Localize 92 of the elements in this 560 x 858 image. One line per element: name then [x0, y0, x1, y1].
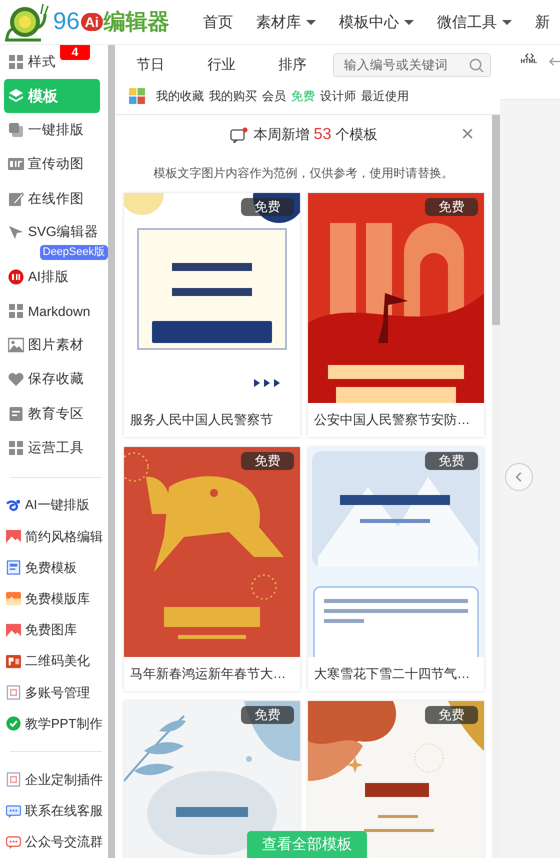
- nav-link[interactable]: 首页: [203, 12, 233, 32]
- layers-icon: [8, 88, 24, 104]
- template-card[interactable]: 免费 服务人民中国人民警察节: [124, 193, 300, 437]
- sidebar-item[interactable]: 运营工具: [0, 430, 108, 465]
- image-icon: [6, 529, 21, 544]
- count-badge: 4: [60, 45, 90, 60]
- paper-plane-icon: [8, 224, 24, 240]
- filter-link[interactable]: 最近使用: [361, 88, 409, 104]
- free-badge: 免费: [241, 706, 294, 724]
- template-title: 马年新春鸿运新年春节大…: [129, 665, 287, 683]
- filter-link[interactable]: 会员: [262, 88, 286, 104]
- logo-number: 96: [53, 10, 80, 34]
- template-card[interactable]: 免费 马年新春鸿运新年春节大…: [124, 447, 300, 691]
- sidebar-item[interactable]: 教学PPT制作: [0, 708, 108, 740]
- template-card[interactable]: 免费 大寒雪花下雪二十四节气…: [308, 447, 484, 691]
- collapse-button[interactable]: [505, 462, 533, 490]
- undo-icon[interactable]: [549, 56, 560, 67]
- filter-link[interactable]: 设计师: [320, 88, 356, 104]
- disclaimer-text: 模板文字图片内容作为范例，仅供参考，使用时请替换。: [152, 165, 454, 181]
- sidebar-item[interactable]: 图片素材: [0, 328, 108, 362]
- filter-link[interactable]: 我的购买: [209, 88, 257, 104]
- image-icon: [8, 337, 24, 354]
- category-tab[interactable]: 节日: [115, 56, 186, 74]
- template-title: 服务人民中国人民警察节: [129, 411, 274, 429]
- nav-link[interactable]: 微信工具: [437, 12, 512, 32]
- snail-logo-icon[interactable]: [5, 2, 49, 42]
- sidebar-item[interactable]: 免费图库: [0, 614, 108, 646]
- sidebar-item[interactable]: SVG编辑器: [0, 220, 108, 245]
- sidebar-item[interactable]: 宣传动图: [0, 147, 108, 182]
- sidebar-item[interactable]: 多账号管理: [0, 676, 108, 708]
- template-card[interactable]: 免费 公安中国人民警察节安防…: [308, 193, 484, 437]
- caret-icon: [306, 20, 316, 24]
- nav-link[interactable]: 新: [535, 12, 550, 32]
- sidebar-item[interactable]: 在线作图: [0, 182, 108, 216]
- free-badge: 免费: [425, 706, 478, 724]
- free-badge: 免费: [241, 452, 294, 470]
- sidebar-item[interactable]: 一键排版: [0, 113, 108, 148]
- search-icon[interactable]: [469, 58, 484, 72]
- document-icon: [6, 772, 21, 788]
- close-button[interactable]: ×: [461, 123, 474, 145]
- sidebar-item[interactable]: 教育专区: [0, 396, 108, 431]
- swirl-icon: [6, 498, 21, 513]
- sidebar-item[interactable]: 二维码美化: [0, 646, 108, 677]
- grid-icon: [8, 303, 24, 320]
- colorful-grid-icon[interactable]: [129, 88, 145, 104]
- nav-link[interactable]: 素材库: [256, 12, 316, 32]
- chat-icon: [6, 804, 21, 819]
- sidebar-item[interactable]: AI一键排版: [0, 490, 108, 521]
- sidebar-item[interactable]: Markdown: [0, 294, 108, 328]
- free-badge: 免费: [241, 198, 294, 216]
- logo-ai-badge: Ai: [80, 13, 103, 31]
- version-tag: DeepSeek版: [40, 244, 108, 260]
- grid-icon: [8, 440, 24, 456]
- document-icon: [8, 406, 24, 422]
- chat-icon: [230, 127, 248, 143]
- copy-icon: [8, 122, 24, 138]
- pencil-icon: [8, 190, 24, 207]
- sidebar-item[interactable]: 样式 4: [0, 45, 108, 80]
- template-title: 公安中国人民警察节安防…: [313, 411, 471, 429]
- category-tab[interactable]: 排序: [257, 56, 328, 74]
- free-badge: 免费: [425, 452, 478, 470]
- nav-link[interactable]: 模板中心: [339, 12, 414, 32]
- slides-icon: [6, 654, 21, 669]
- scrollbar[interactable]: [108, 45, 115, 858]
- chat-icon: [6, 834, 21, 850]
- sidebar-item[interactable]: AI排版: [0, 260, 108, 294]
- grid-icon: [8, 54, 24, 70]
- notice-text: 本周新增 53 个模板: [254, 126, 378, 144]
- ai-icon: [8, 269, 24, 286]
- scrollbar-thumb[interactable]: [492, 115, 500, 325]
- document-icon: [6, 560, 21, 576]
- caret-icon: [502, 20, 512, 24]
- logo-name: 编辑器: [104, 11, 170, 33]
- template-title: 大寒雪花下雪二十四节气…: [313, 665, 471, 683]
- check-badge-icon: [6, 716, 21, 732]
- sidebar-item[interactable]: 保存收藏: [0, 362, 108, 396]
- sidebar-item[interactable]: 免费模版库: [0, 583, 108, 615]
- category-tab[interactable]: 行业: [186, 56, 257, 74]
- image-icon: [6, 591, 21, 606]
- sidebar-item[interactable]: 简约风格编辑: [0, 520, 108, 552]
- sidebar-item[interactable]: 公众号交流群: [0, 826, 108, 858]
- free-badge: 免费: [425, 198, 478, 216]
- heart-icon: [8, 371, 24, 388]
- gif-icon: [8, 156, 24, 172]
- document-icon: [6, 685, 21, 700]
- sidebar-item[interactable]: 免费模板: [0, 552, 108, 584]
- search-field[interactable]: 输入编号或关键词: [333, 53, 491, 77]
- filter-link[interactable]: 我的收藏: [156, 88, 204, 104]
- sidebar-item[interactable]: 联系在线客服: [0, 796, 108, 827]
- image-icon: [6, 622, 21, 638]
- sidebar-item[interactable]: 企业定制插件: [0, 764, 108, 796]
- caret-icon: [404, 20, 414, 24]
